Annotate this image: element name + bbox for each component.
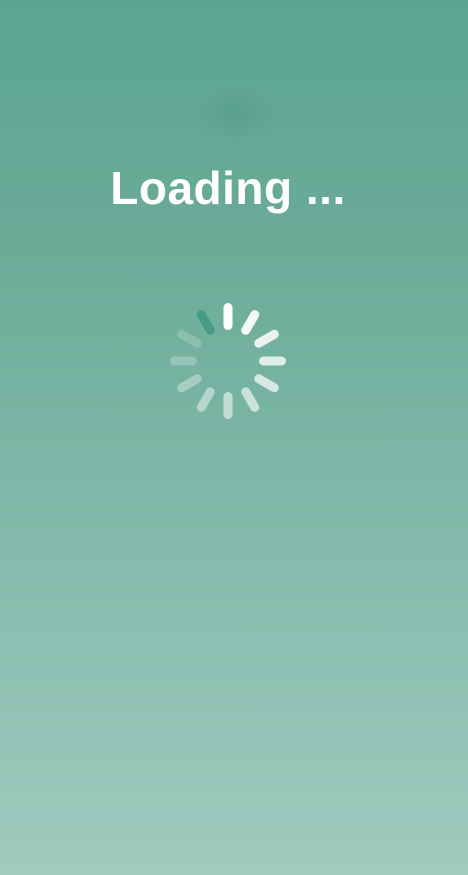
background-glow [190, 88, 282, 140]
spinner-segment [223, 392, 233, 419]
spinner-segment [177, 374, 202, 393]
spinner-segment [196, 387, 215, 412]
spinner-segment [254, 374, 279, 393]
spinner-segment [259, 356, 286, 366]
loading-message: Loading ... [110, 162, 346, 214]
spinner-segment [170, 356, 197, 366]
spinner-segment [223, 303, 233, 330]
spinner-icon [170, 303, 286, 419]
spinner-segment [241, 387, 260, 412]
spinner-segment [177, 329, 202, 348]
spinner-segment [241, 310, 260, 335]
spinner-segment [254, 329, 279, 348]
spinner-segment [196, 310, 215, 335]
loading-screen: Loading ... [0, 0, 468, 875]
loading-spinner [166, 299, 290, 423]
